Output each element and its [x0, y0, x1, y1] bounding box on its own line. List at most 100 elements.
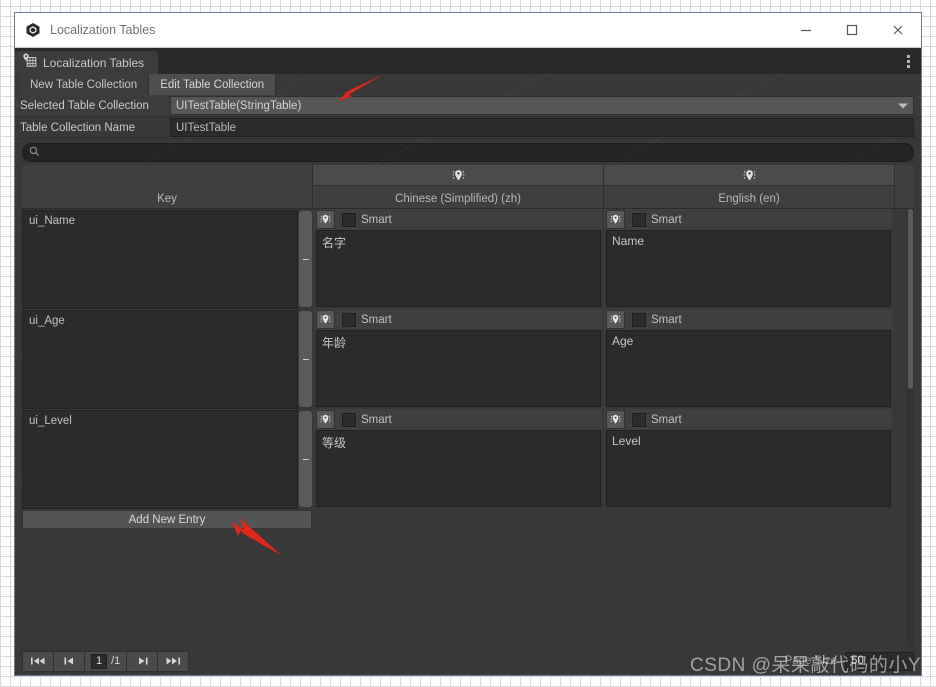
- smart-checkbox[interactable]: [342, 312, 356, 327]
- smart-bar: Smart: [314, 409, 602, 430]
- table-row: ui_Age Smart 年龄 Smart Age: [22, 309, 914, 409]
- close-button[interactable]: [875, 14, 921, 47]
- current-page-input[interactable]: 1: [91, 653, 108, 669]
- localization-settings-icon: [452, 169, 464, 180]
- edit-table-collection-button[interactable]: Edit Table Collection: [149, 74, 277, 95]
- minus-handle-icon[interactable]: [299, 211, 312, 307]
- window-titlebar: Localization Tables: [15, 13, 921, 48]
- entry-settings-button[interactable]: [606, 410, 625, 429]
- screenshot-root: Localization Tables Localization Tables …: [0, 0, 936, 687]
- entry-cell-en: Smart Name: [603, 209, 893, 309]
- smart-checkbox[interactable]: [342, 212, 356, 227]
- key-input[interactable]: ui_Age: [22, 310, 298, 409]
- table-collection-name-input[interactable]: UITestTable: [170, 118, 914, 137]
- smart-checkbox[interactable]: [632, 212, 646, 227]
- smart-bar: Smart: [314, 309, 602, 330]
- localization-tables-window: Localization Tables Localization Tables …: [14, 12, 922, 676]
- translation-input[interactable]: Level: [606, 430, 891, 507]
- search-input[interactable]: [22, 143, 914, 162]
- entry-cell-zh: Smart 等级: [313, 409, 603, 509]
- smart-label: Smart: [651, 213, 682, 226]
- editor-body: Localization Tables New Table Collection…: [15, 48, 921, 675]
- localization-settings-icon: [743, 169, 755, 180]
- window-title: Localization Tables: [50, 23, 156, 37]
- skip-to-first-icon: [31, 657, 45, 665]
- collection-mode-buttons: New Table Collection Edit Table Collecti…: [15, 74, 921, 95]
- search-icon: [29, 146, 40, 160]
- column-header-zh[interactable]: Chinese (Simplified) (zh): [313, 165, 604, 209]
- table-row: ui_Name Smart 名字 Smart Name: [22, 209, 914, 309]
- key-input[interactable]: ui_Level: [22, 410, 298, 509]
- entry-cell-en: Smart Age: [603, 309, 893, 409]
- header-filler: [895, 165, 914, 209]
- maximize-icon: [846, 24, 858, 36]
- skip-to-last-icon: [166, 657, 181, 665]
- minimize-button[interactable]: [783, 14, 829, 47]
- table-vertical-scrollbar[interactable]: [907, 209, 914, 647]
- first-page-button[interactable]: [22, 650, 54, 672]
- table-body: ui_Name Smart 名字 Smart Name ui_Age Smart…: [22, 209, 914, 529]
- previous-page-button[interactable]: [54, 650, 85, 672]
- column-header-en[interactable]: English (en): [604, 165, 895, 209]
- localization-table: Key Chinese (Simplified) (zh) English (e…: [22, 165, 914, 647]
- last-page-button[interactable]: [158, 650, 190, 672]
- smart-checkbox[interactable]: [342, 412, 356, 427]
- entry-settings-button[interactable]: [606, 310, 625, 329]
- smart-label: Smart: [361, 213, 392, 226]
- editor-tabstrip: Localization Tables: [15, 48, 921, 74]
- smart-label: Smart: [361, 413, 392, 426]
- page-number-control[interactable]: 1 /1: [85, 650, 128, 672]
- entry-cell-zh: Smart 年龄: [313, 309, 603, 409]
- smart-checkbox[interactable]: [632, 412, 646, 427]
- smart-bar: Smart: [604, 309, 892, 330]
- total-pages-label: /1: [111, 655, 121, 667]
- column-header-key[interactable]: Key: [22, 165, 313, 209]
- column-settings-button-zh[interactable]: [313, 165, 603, 186]
- new-table-collection-button[interactable]: New Table Collection: [19, 74, 150, 95]
- minimize-icon: [801, 29, 811, 32]
- pagination-controls: 1 /1: [22, 650, 190, 672]
- minus-handle-icon[interactable]: [299, 411, 312, 507]
- key-input[interactable]: ui_Name: [22, 210, 298, 309]
- entry-settings-button[interactable]: [316, 210, 335, 229]
- translation-input[interactable]: 名字: [316, 230, 601, 307]
- maximize-button[interactable]: [829, 14, 875, 47]
- entry-settings-button[interactable]: [316, 310, 335, 329]
- minus-handle-icon[interactable]: [299, 311, 312, 407]
- translation-input[interactable]: 年龄: [316, 330, 601, 407]
- selected-table-collection-row: Selected Table Collection UITestTable(St…: [15, 95, 921, 117]
- smart-bar: Smart: [604, 409, 892, 430]
- step-back-icon: [64, 657, 73, 665]
- table-collection-name-row: Table Collection Name UITestTable: [15, 117, 921, 139]
- localization-settings-icon: [320, 314, 331, 324]
- smart-label: Smart: [651, 413, 682, 426]
- csdn-watermark: CSDN @呆呆敲代码的小Y: [690, 655, 922, 676]
- column-header-zh-label: Chinese (Simplified) (zh): [395, 193, 521, 205]
- tab-localization-tables[interactable]: Localization Tables: [15, 51, 159, 74]
- selected-table-collection-value: UITestTable(StringTable): [176, 99, 302, 112]
- column-settings-button-en[interactable]: [604, 165, 894, 186]
- scrollbar-thumb[interactable]: [908, 209, 913, 389]
- add-new-entry-button[interactable]: Add New Entry: [22, 510, 312, 529]
- close-icon: [893, 25, 903, 35]
- kebab-menu-icon[interactable]: [901, 52, 915, 70]
- chevron-down-icon: [898, 103, 908, 108]
- tab-label: Localization Tables: [43, 55, 145, 70]
- entry-cell-en: Smart Level: [603, 409, 893, 509]
- entry-settings-button[interactable]: [606, 210, 625, 229]
- localization-settings-icon: [320, 414, 331, 424]
- selected-table-collection-dropdown[interactable]: UITestTable(StringTable): [170, 96, 914, 115]
- smart-bar: Smart: [604, 209, 892, 230]
- next-page-button[interactable]: [127, 650, 159, 672]
- translation-input[interactable]: Name: [606, 230, 891, 307]
- smart-checkbox[interactable]: [632, 312, 646, 327]
- column-header-key-label: Key: [157, 193, 177, 205]
- selected-table-collection-label: Selected Table Collection: [20, 99, 149, 112]
- entry-settings-button[interactable]: [316, 410, 335, 429]
- smart-label: Smart: [651, 313, 682, 326]
- translation-input[interactable]: 等级: [316, 430, 601, 507]
- localization-settings-icon: [610, 414, 621, 424]
- translation-input[interactable]: Age: [606, 330, 891, 407]
- unity-hexagon-icon: [25, 22, 41, 38]
- search-row: [15, 139, 921, 165]
